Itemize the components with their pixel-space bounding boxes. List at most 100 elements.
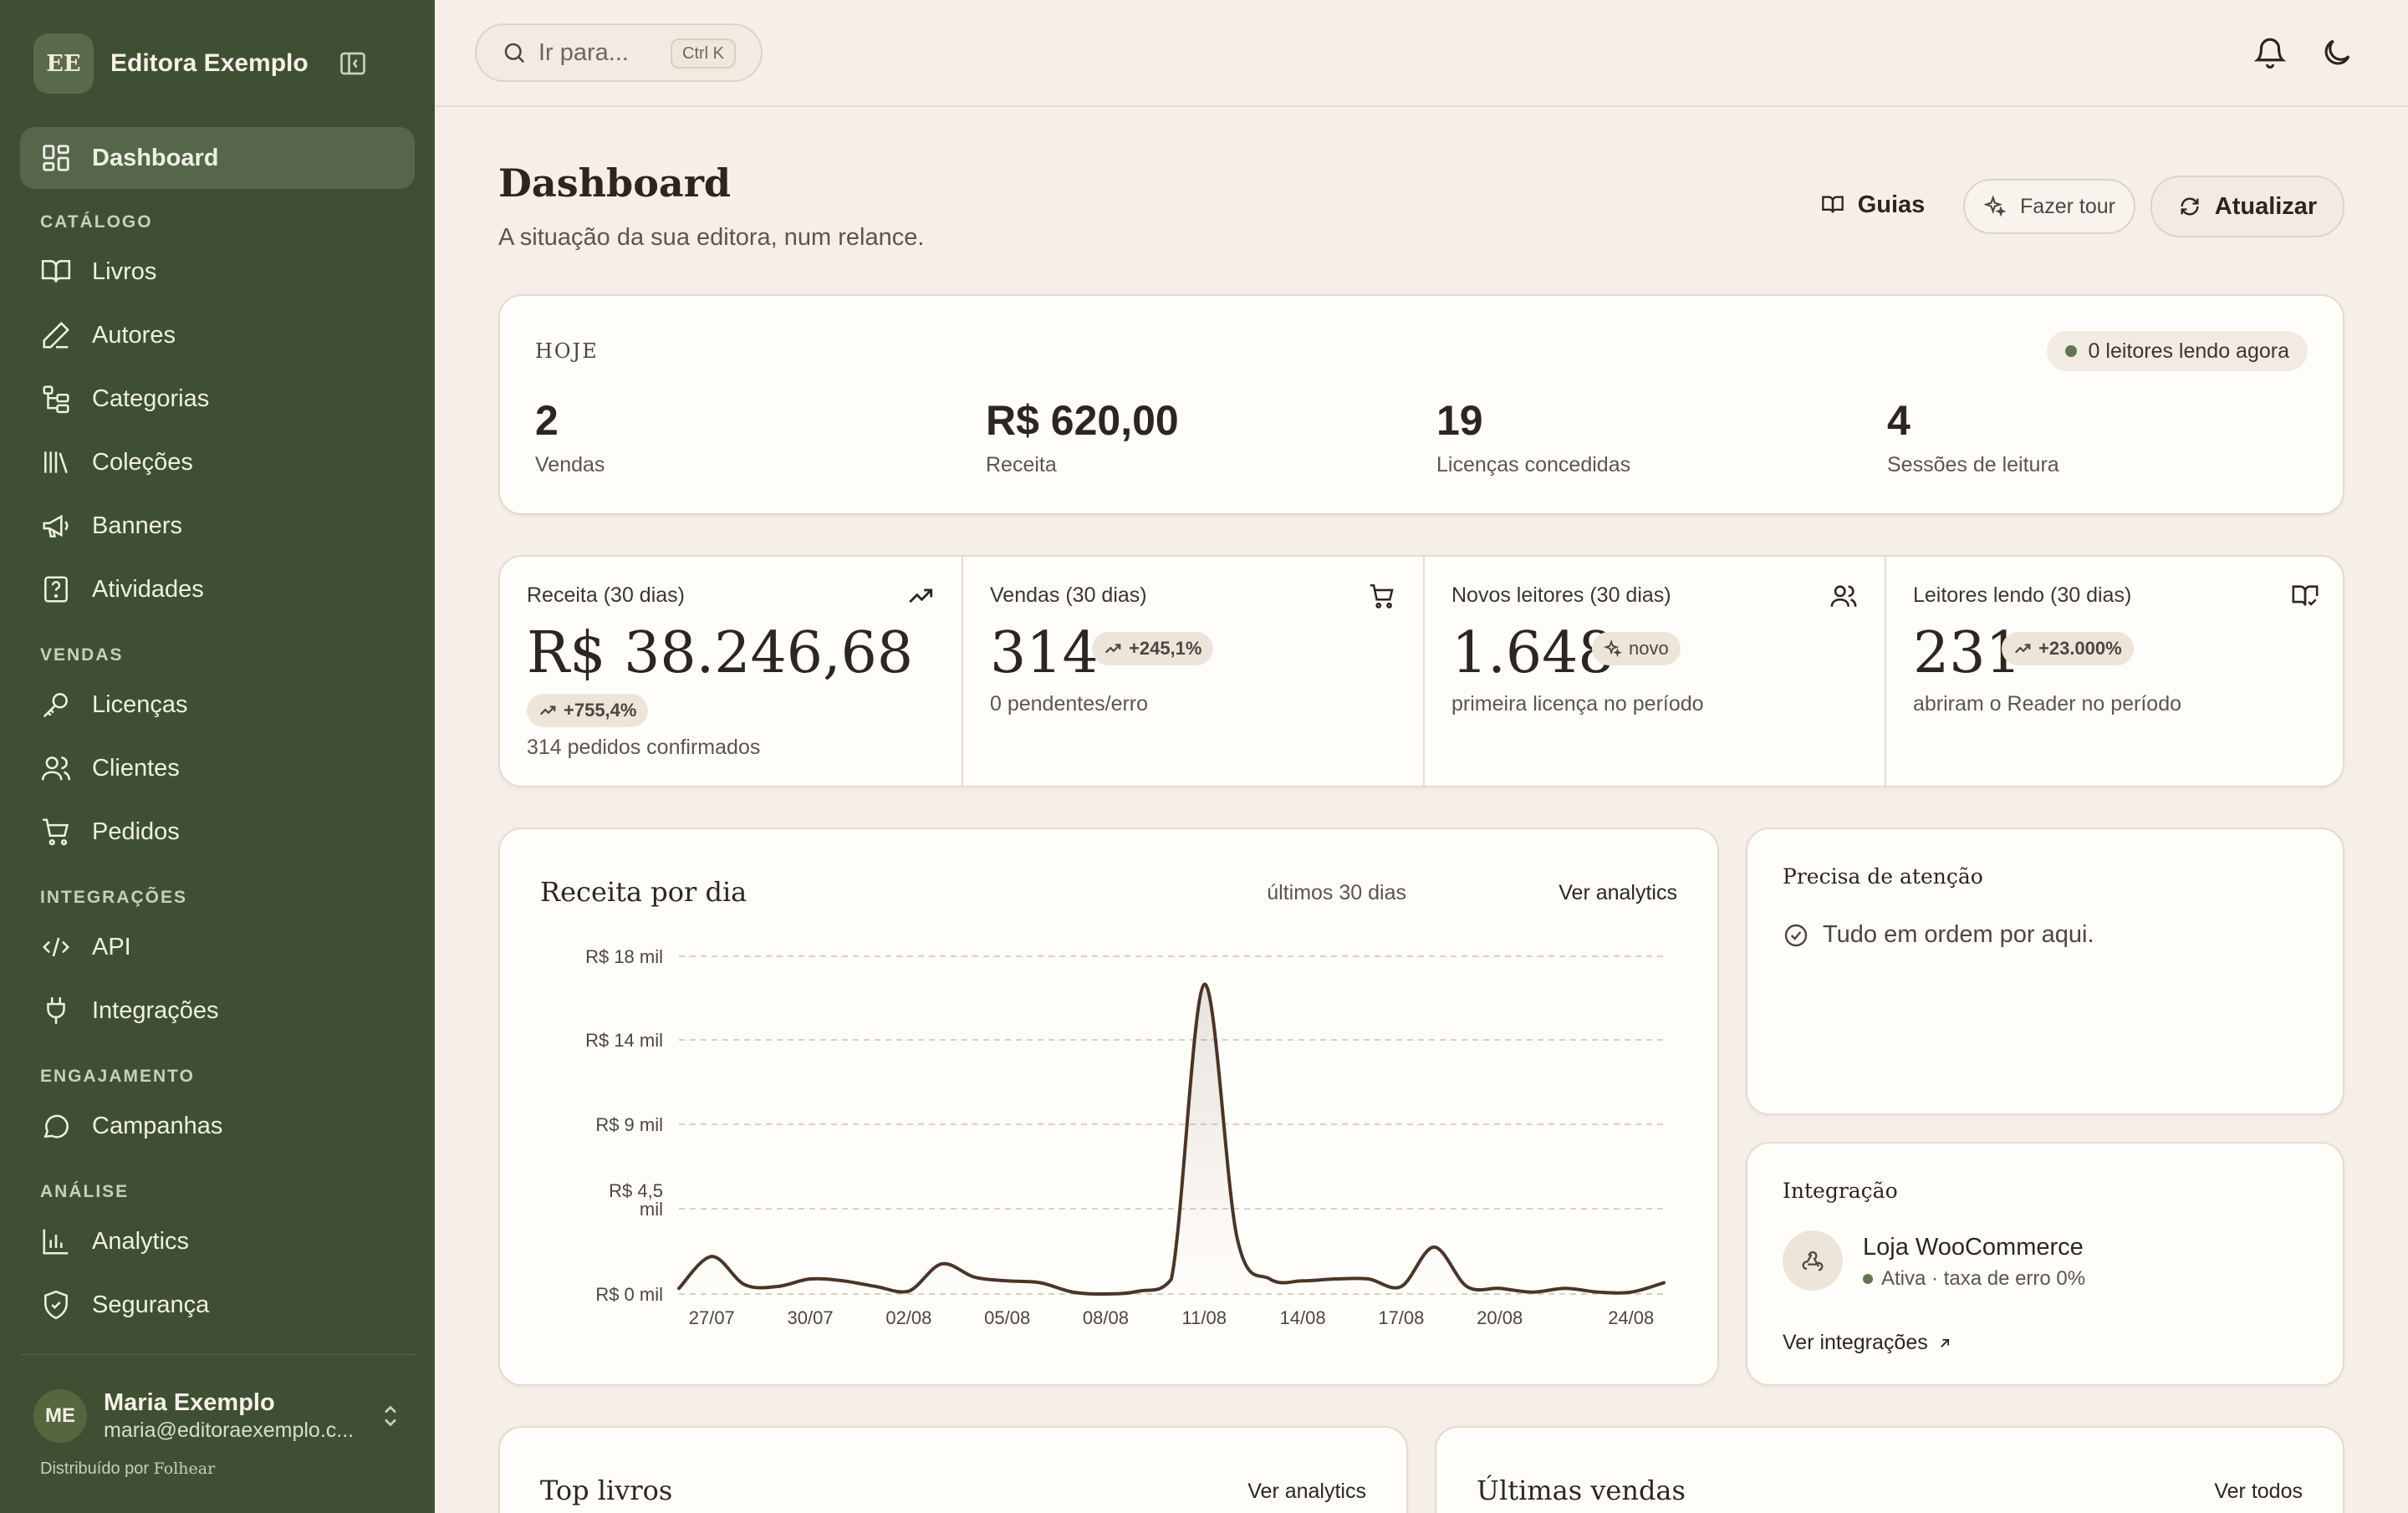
sidebar-item-pedidos[interactable]: Pedidos [20, 801, 415, 863]
sidebar-item-atividades[interactable]: Atividades [20, 558, 415, 620]
library-icon [44, 451, 68, 474]
sidebar-item-seguranca[interactable]: Segurança [20, 1274, 415, 1336]
tour-button[interactable]: Fazer tour [1963, 179, 2135, 234]
sparkles-icon [1983, 195, 2007, 217]
integration-title: Integração [1783, 1179, 1898, 1203]
sidebar-item-livros[interactable]: Livros [20, 241, 415, 303]
sidebar-item-label: Clientes [92, 754, 180, 782]
bell-icon[interactable] [2252, 35, 2288, 70]
sidebar-item-label: Segurança [92, 1291, 210, 1318]
metric-value: 1.648 [1451, 620, 1615, 686]
metric-sub: 314 pedidos confirmados [527, 736, 761, 759]
page-subtitle: A situação da sua editora, num relance. [498, 224, 925, 251]
guides-button[interactable]: Guias [1818, 176, 1928, 234]
data-point [1006, 1279, 1009, 1282]
today-stat-value: R$ 620,00 [986, 397, 1179, 444]
data-point [1662, 1281, 1666, 1285]
today-stat: R$ 620,00 Receita [986, 396, 1179, 477]
user-name: Maria Exemplo [104, 1389, 275, 1416]
data-point [1400, 1285, 1403, 1288]
key-icon [43, 693, 68, 718]
today-stat-label: Vendas [535, 453, 605, 476]
tour-label: Fazer tour [2020, 194, 2115, 218]
metric-change-badge: +755,4% [527, 694, 649, 727]
metric-value: R$ 38.246,68 [527, 620, 914, 686]
today-stat-label: Licenças concedidas [1436, 453, 1631, 476]
recent-sales-title: Últimas vendas [1477, 1475, 1686, 1506]
metric-value: 314 [990, 620, 1099, 686]
revenue-chart-card: Receita por dia últimos 30 dias Ver anal… [498, 828, 1719, 1386]
cart-icon [1370, 583, 1394, 609]
sidebar-collapse-icon[interactable] [338, 48, 368, 79]
x-tick-label: 24/08 [1608, 1307, 1654, 1328]
sidebar-item-licencas[interactable]: Licenças [20, 674, 415, 736]
integration-card: Integração Loja WooCommerce Ativa · taxa… [1746, 1142, 2344, 1386]
webhook-icon [1802, 1251, 1824, 1271]
metric-label: Receita (30 dias) [527, 583, 685, 607]
refresh-label: Atualizar [2214, 192, 2318, 220]
today-stat-value: 19 [1436, 397, 1483, 444]
sidebar-item-categorias[interactable]: Categorias [20, 368, 415, 430]
sidebar-item-colecoes[interactable]: Coleções [20, 431, 415, 493]
sparkles-icon [1604, 639, 1622, 658]
nav-section-engagement: ENGAJAMENTO [40, 1067, 195, 1086]
x-tick-label: 27/07 [689, 1307, 735, 1328]
topbar: Ir para... Ctrl K [435, 0, 2408, 107]
sidebar-item-label: Integrações [92, 996, 219, 1024]
user-email: maria@editoraexemplo.c... [104, 1419, 355, 1442]
sidebar-item-dashboard[interactable]: Dashboard [20, 127, 415, 189]
data-point [1564, 1286, 1567, 1290]
sidebar-item-label: Autores [92, 321, 176, 349]
refresh-button[interactable]: Atualizar [2150, 176, 2344, 237]
y-tick-label: mil [640, 1199, 663, 1220]
revenue-line [677, 982, 1666, 1296]
metric-change-badge: +23.000% [2002, 632, 2134, 665]
search-input[interactable]: Ir para... Ctrl K [475, 23, 763, 82]
sidebar-item-clientes[interactable]: Clientes [20, 737, 415, 799]
sidebar-item-analytics[interactable]: Analytics [20, 1210, 415, 1272]
data-point [940, 1262, 943, 1266]
sidebar-item-label: Licenças [92, 690, 188, 718]
powered-by: Distribuído por Folhear [40, 1460, 215, 1479]
data-point [1596, 1291, 1599, 1294]
y-tick-label: R$ 14 mil [585, 1030, 663, 1051]
x-tick-label: 20/08 [1477, 1307, 1523, 1328]
sidebar-item-label: Coleções [92, 448, 193, 476]
today-stat-value: 2 [535, 397, 559, 444]
moon-icon[interactable] [2319, 35, 2354, 70]
arrow-up-right-icon [1940, 1338, 1949, 1347]
integration-name: Loja WooCommerce [1863, 1234, 2084, 1261]
top-books-link[interactable]: Ver analytics [1247, 1480, 1366, 1504]
view-integrations-link[interactable]: Ver integrações [1783, 1331, 1953, 1355]
data-point [776, 1285, 779, 1288]
data-point [1334, 1277, 1337, 1281]
file-question-icon [44, 576, 68, 603]
metric-change: +245,1% [1129, 638, 1202, 659]
sidebar-item-label: Categorias [92, 385, 210, 412]
user-menu[interactable]: ME Maria Exemplo maria@editoraexemplo.c.… [33, 1383, 401, 1449]
top-books-title: Top livros [540, 1475, 673, 1506]
book-open-icon [41, 260, 71, 283]
sidebar-item-api[interactable]: API [20, 916, 415, 978]
sidebar-item-autores[interactable]: Autores [20, 304, 415, 366]
message-circle-icon [43, 1114, 69, 1139]
attention-message-text: Tudo em ordem por aqui. [1823, 921, 2094, 948]
pen-icon [43, 321, 70, 349]
data-point [1236, 1236, 1239, 1240]
powered-prefix: Distribuído por [40, 1460, 150, 1478]
sidebar-item-integracoes[interactable]: Integrações [20, 980, 415, 1042]
data-point [1432, 1246, 1436, 1249]
sidebar-item-label: Campanhas [92, 1112, 223, 1139]
data-point [1038, 1281, 1042, 1285]
metric-revenue: Receita (30 dias) R$ 38.246,68 +755,4% 3… [500, 557, 962, 786]
sidebar: EE Editora Exemplo Dashboard CATÁLOGO Li… [0, 0, 435, 1513]
status-dot [2064, 345, 2077, 357]
sidebar-item-label: Pedidos [92, 818, 180, 845]
recent-sales-link[interactable]: Ver todos [2214, 1480, 2303, 1504]
search-shortcut: Ctrl K [671, 38, 736, 69]
sidebar-item-banners[interactable]: Banners [20, 495, 415, 557]
metric-label: Leitores lendo (30 dias) [1913, 583, 2132, 607]
data-point [1630, 1291, 1633, 1294]
page-title: Dashboard [498, 160, 732, 206]
sidebar-item-campanhas[interactable]: Campanhas [20, 1095, 415, 1157]
